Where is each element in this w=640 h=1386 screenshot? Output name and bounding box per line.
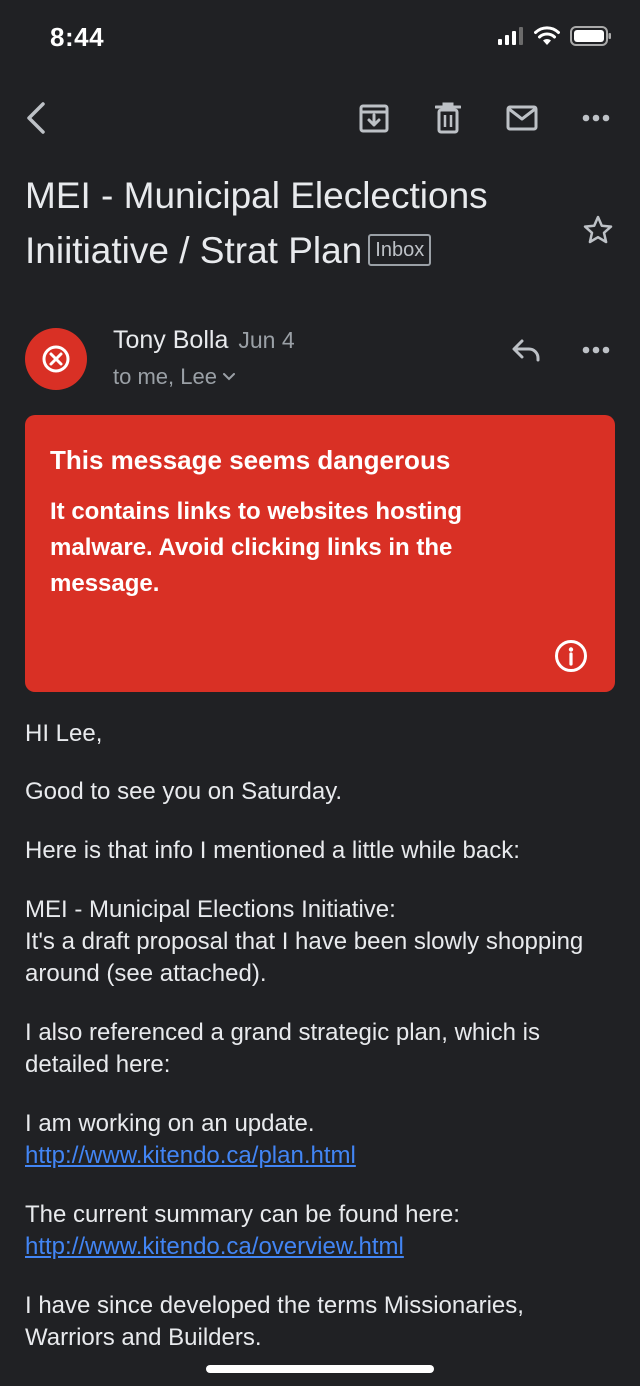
body-line: I am working on an update. [25, 1110, 315, 1137]
archive-button[interactable] [346, 88, 402, 148]
recipients-text: to me, Lee [113, 364, 217, 389]
body-greeting: HI Lee, [25, 720, 103, 747]
body-line: Good to see you on Saturday. [25, 778, 343, 805]
sender-info[interactable]: Tony Bolla Jun 4 [113, 326, 295, 355]
overview-link[interactable]: http://www.kitendo.ca/overview.html [25, 1233, 404, 1260]
mark-unread-button[interactable] [494, 88, 550, 148]
warning-title: This message seems dangerous [50, 445, 451, 475]
body-line: I have since developed the terms Mission… [25, 1292, 524, 1351]
subject-area: MEI - Municipal Eleclections Iniitiative… [25, 168, 565, 278]
body-paragraph: MEI - Municipal Elections Initiative: It… [25, 894, 585, 990]
plan-link[interactable]: http://www.kitendo.ca/plan.html [25, 1142, 356, 1169]
chevron-down-icon [222, 373, 235, 381]
warning-body: It contains links to websites hosting ma… [50, 498, 463, 597]
body-line: The current summary can be found here: [25, 1201, 460, 1228]
status-bar: 8:44 [0, 0, 640, 80]
battery-icon [570, 26, 611, 46]
body-paragraph: I am working on an update. http://www.ki… [25, 1108, 356, 1172]
status-time: 8:44 [50, 22, 105, 52]
more-horizontal-icon [582, 346, 610, 354]
danger-icon [42, 345, 70, 373]
wifi-icon [534, 26, 560, 45]
reply-button[interactable] [506, 330, 546, 370]
chevron-left-icon [27, 102, 45, 134]
warning-info-button[interactable] [553, 638, 589, 674]
more-horizontal-icon [582, 114, 610, 122]
mail-icon [506, 105, 538, 131]
body-line: I also referenced a grand strategic plan… [25, 1019, 540, 1078]
body-line: MEI - Municipal Elections Initiative: [25, 896, 396, 923]
email-subject: MEI - Municipal Eleclections Iniitiative… [25, 168, 565, 278]
more-options-button[interactable] [568, 88, 624, 148]
trash-icon [435, 102, 461, 134]
sender-name: Tony Bolla [113, 326, 229, 354]
reply-icon [512, 339, 540, 362]
status-icons [498, 26, 612, 46]
sender-row: Tony Bolla Jun 4 to me, Lee [0, 318, 640, 398]
star-icon [583, 215, 613, 244]
danger-warning-banner: This message seems dangerous It contains… [25, 415, 615, 692]
email-toolbar [0, 88, 640, 148]
body-paragraph: The current summary can be found here: h… [25, 1199, 460, 1263]
inbox-label[interactable]: Inbox [368, 234, 432, 266]
back-button[interactable] [8, 88, 64, 148]
home-indicator [206, 1365, 434, 1373]
info-icon [555, 640, 587, 672]
email-date: Jun 4 [238, 327, 295, 353]
star-button[interactable] [582, 214, 614, 251]
body-line: It's a draft proposal that I have been s… [25, 928, 584, 987]
avatar[interactable] [25, 328, 87, 390]
signal-icon [498, 27, 523, 45]
archive-icon [359, 104, 389, 133]
message-more-button[interactable] [576, 330, 616, 370]
body-line: Here is that info I mentioned a little w… [25, 837, 520, 864]
delete-button[interactable] [420, 88, 476, 148]
recipients-toggle[interactable]: to me, Lee [113, 364, 235, 390]
